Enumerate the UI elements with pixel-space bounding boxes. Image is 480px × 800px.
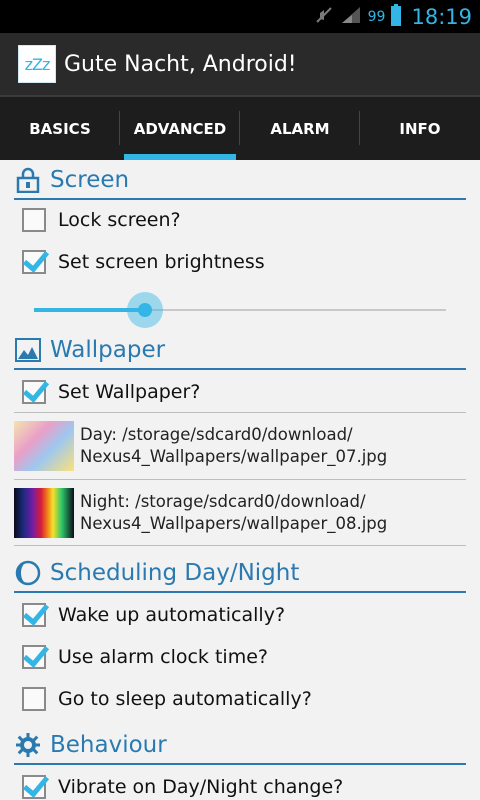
tab-info[interactable]: INFO [360,97,480,160]
tab-label: ALARM [270,119,330,138]
section-title: Behaviour [50,732,167,758]
go-sleep-checkbox[interactable] [22,687,46,711]
app-icon[interactable]: zZz [18,45,56,83]
tab-bar: BASICS ADVANCED ALARM INFO [0,97,480,160]
day-wallpaper-item[interactable]: Day: /storage/sdcard0/download/ Nexus4_W… [14,412,466,478]
path-line: Day: /storage/sdcard0/download/ [80,424,353,444]
path-line: Nexus4_Wallpapers/wallpaper_08.jpg [80,513,388,533]
option-label: Use alarm clock time? [58,646,268,668]
brightness-slider[interactable] [34,290,446,330]
night-wallpaper-thumbnail [14,487,74,538]
night-wallpaper-item[interactable]: Night: /storage/sdcard0/download/ Nexus4… [14,479,466,545]
battery-icon [391,3,402,30]
tab-label: ADVANCED [133,119,227,138]
option-label: Lock screen? [58,209,181,231]
signal-icon [340,5,362,29]
day-wallpaper-thumbnail [14,420,74,471]
go-sleep-option[interactable]: Go to sleep automatically? [22,679,312,719]
section-header-behaviour: Behaviour [14,727,466,765]
day-night-icon [14,559,42,587]
muted-icon [314,5,334,29]
app-title: Gute Nacht, Android! [64,51,297,77]
night-wallpaper-path: Night: /storage/sdcard0/download/ Nexus4… [80,491,387,535]
option-label: Set screen brightness [58,251,265,273]
tab-basics[interactable]: BASICS [0,97,120,160]
behaviour-icon [14,731,42,759]
slider-thumb-core [138,303,153,317]
section-header-scheduling: Scheduling Day/Night [14,555,466,593]
vibrate-checkbox[interactable] [22,775,46,799]
action-bar: zZz Gute Nacht, Android! [0,33,480,97]
section-header-screen: Screen [14,162,466,200]
path-line: Night: /storage/sdcard0/download/ [80,491,366,511]
picture-icon [14,336,42,364]
battery-level: 99 [367,8,386,25]
path-line: Nexus4_Wallpapers/wallpaper_07.jpg [80,446,388,466]
option-label: Wake up automatically? [58,604,286,626]
tab-label: INFO [399,119,441,138]
vibrate-option[interactable]: Vibrate on Day/Night change? [22,767,343,800]
tab-alarm[interactable]: ALARM [240,97,360,160]
set-wallpaper-option[interactable]: Set Wallpaper? [22,372,200,412]
wake-up-option[interactable]: Wake up automatically? [22,595,285,635]
use-alarm-option[interactable]: Use alarm clock time? [22,637,268,677]
clock: 18:19 [411,4,472,29]
day-wallpaper-path: Day: /storage/sdcard0/download/ Nexus4_W… [80,424,387,468]
status-icons: 99 18:19 [314,0,472,33]
use-alarm-checkbox[interactable] [22,645,46,669]
divider [14,545,466,546]
lock-screen-checkbox[interactable] [22,208,46,232]
set-brightness-option[interactable]: Set screen brightness [22,242,265,282]
lock-screen-option[interactable]: Lock screen? [22,200,181,240]
slider-thumb[interactable] [127,292,164,328]
tab-advanced[interactable]: ADVANCED [120,97,240,160]
option-label: Vibrate on Day/Night change? [58,776,344,798]
option-label: Go to sleep automatically? [58,688,312,710]
section-header-wallpaper: Wallpaper [14,332,466,370]
tab-label: BASICS [29,119,91,138]
settings-content[interactable]: Screen Lock screen? Set screen brightnes… [0,160,480,800]
lock-icon [14,166,42,194]
status-bar: 99 18:19 [0,0,480,33]
section-title: Wallpaper [50,337,166,363]
option-label: Set Wallpaper? [58,381,201,403]
section-title: Screen [50,167,130,193]
wake-up-checkbox[interactable] [22,603,46,627]
set-brightness-checkbox[interactable] [22,250,46,274]
section-title: Scheduling Day/Night [50,560,300,586]
set-wallpaper-checkbox[interactable] [22,380,46,404]
